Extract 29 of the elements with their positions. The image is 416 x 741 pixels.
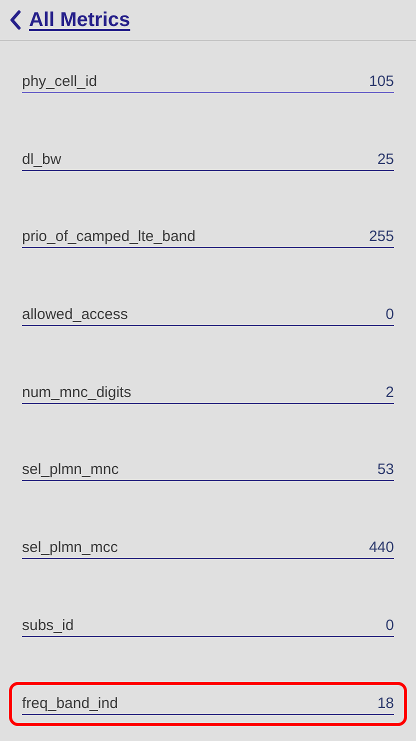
metric-value: 25 <box>377 150 394 168</box>
metric-value: 255 <box>368 228 394 246</box>
metric-value: 0 <box>386 306 394 324</box>
metric-field[interactable]: allowed_access 0 <box>22 304 394 326</box>
metric-value: 53 <box>377 461 394 478</box>
metric-name: dl_bw <box>22 150 62 168</box>
metric-name: phy_cell_id <box>22 73 98 90</box>
metric-field[interactable]: num_mnc_digits 2 <box>22 382 394 404</box>
metric-name: prio_of_camped_lte_band <box>22 228 196 246</box>
chevron-left-icon <box>9 10 21 30</box>
back-link[interactable]: All Metrics <box>9 8 130 32</box>
metric-field[interactable]: sel_plmn_mcc 440 <box>22 537 394 560</box>
metric-field[interactable]: freq_band_ind 18 <box>22 692 394 714</box>
metric-field[interactable]: subs_id 0 <box>22 614 394 637</box>
metric-name: subs_id <box>22 616 74 634</box>
metric-name: sel_plmn_mcc <box>22 539 118 556</box>
metric-field[interactable]: sel_plmn_mnc 53 <box>22 459 394 482</box>
metric-name: num_mnc_digits <box>22 384 132 401</box>
metric-name: allowed_access <box>22 306 128 324</box>
metric-field[interactable]: prio_of_camped_lte_band 255 <box>22 226 394 248</box>
metric-value: 18 <box>377 694 394 712</box>
metric-value: 105 <box>368 73 394 90</box>
metric-value: 440 <box>368 539 394 556</box>
metric-name: freq_band_ind <box>22 694 118 712</box>
metric-value: 2 <box>386 384 394 401</box>
metric-field[interactable]: phy_cell_id 105 <box>22 71 394 93</box>
metric-field[interactable]: dl_bw 25 <box>22 148 394 171</box>
metric-name: sel_plmn_mnc <box>22 461 119 478</box>
metric-value: 0 <box>386 616 394 634</box>
